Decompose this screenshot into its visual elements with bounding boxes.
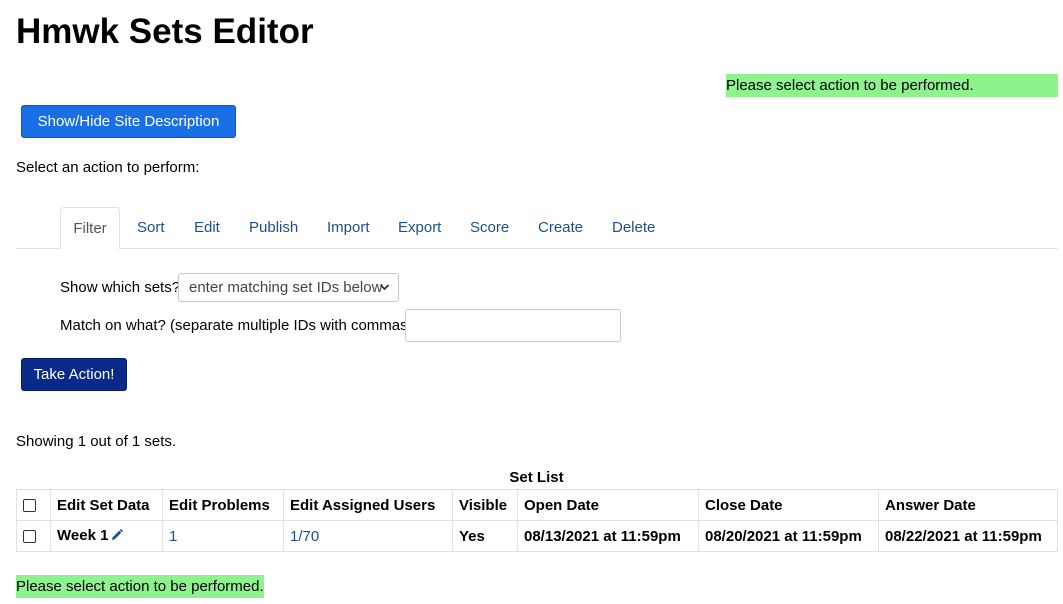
tab-delete[interactable]: Delete: [612, 207, 655, 248]
edit-assigned-users-link[interactable]: 1/70: [290, 528, 319, 545]
edit-problems-link[interactable]: 1: [169, 528, 177, 545]
tab-edit[interactable]: Edit: [194, 207, 220, 248]
answer-date-cell: 08/22/2021 at 11:59pm: [878, 520, 1058, 552]
select-all-cell: [16, 489, 51, 521]
visible-cell: Yes: [452, 520, 518, 552]
set-name: Week 1: [57, 527, 109, 545]
header-answer-date: Answer Date: [878, 489, 1058, 521]
match-label: Match on what? (separate multiple IDs wi…: [60, 317, 423, 334]
select-all-checkbox[interactable]: [23, 499, 36, 513]
tab-score[interactable]: Score: [470, 207, 509, 248]
match-label-text: Match on what? (separate multiple IDs wi…: [60, 317, 413, 334]
tab-create[interactable]: Create: [538, 207, 583, 248]
action-tabs: Filter Sort Edit Publish Import Export S…: [16, 207, 1058, 249]
row-checkbox[interactable]: [23, 530, 36, 544]
show-hide-site-description-button[interactable]: Show/Hide Site Description: [21, 105, 236, 138]
header-open-date: Open Date: [517, 489, 699, 521]
tab-sort[interactable]: Sort: [137, 207, 165, 248]
open-date-cell: 08/13/2021 at 11:59pm: [517, 520, 699, 552]
header-close-date: Close Date: [698, 489, 879, 521]
header-edit-problems: Edit Problems: [162, 489, 284, 521]
tab-publish[interactable]: Publish: [249, 207, 298, 248]
table-caption: Set List: [509, 469, 564, 486]
assigned-users-cell: 1/70: [283, 520, 453, 552]
close-date-cell: 08/20/2021 at 11:59pm: [698, 520, 879, 552]
problems-cell: 1: [162, 520, 284, 552]
tab-export[interactable]: Export: [398, 207, 441, 248]
status-message-top: Please select action to be performed.: [726, 74, 1058, 97]
pencil-icon[interactable]: [111, 528, 124, 545]
header-edit-assigned-users: Edit Assigned Users: [283, 489, 453, 521]
header-edit-set-data: Edit Set Data: [50, 489, 163, 521]
tab-import[interactable]: Import: [327, 207, 370, 248]
take-action-button[interactable]: Take Action!: [21, 358, 127, 391]
match-ids-input[interactable]: [405, 309, 621, 342]
status-message-bottom: Please select action to be performed.: [16, 575, 264, 598]
header-visible: Visible: [452, 489, 518, 521]
row-select-cell: [16, 520, 51, 552]
set-list-table: Edit Set Data Edit Problems Edit Assigne…: [16, 489, 1058, 552]
set-name-cell: Week 1: [50, 520, 163, 552]
table-header-row: Edit Set Data Edit Problems Edit Assigne…: [16, 489, 1058, 521]
page-title: Hmwk Sets Editor: [16, 12, 314, 51]
show-sets-label: Show which sets?:: [60, 279, 185, 296]
select-action-label: Select an action to perform:: [16, 159, 200, 176]
show-sets-select[interactable]: enter matching set IDs below: [178, 273, 399, 302]
table-row: Week 1 1 1/70 Yes 08/13/2021 at 11:59pm …: [16, 520, 1058, 552]
showing-count: Showing 1 out of 1 sets.: [16, 433, 177, 450]
show-sets-select-value: enter matching set IDs below: [189, 279, 383, 296]
tab-filter[interactable]: Filter: [60, 207, 120, 249]
chevron-down-icon: [379, 274, 390, 312]
